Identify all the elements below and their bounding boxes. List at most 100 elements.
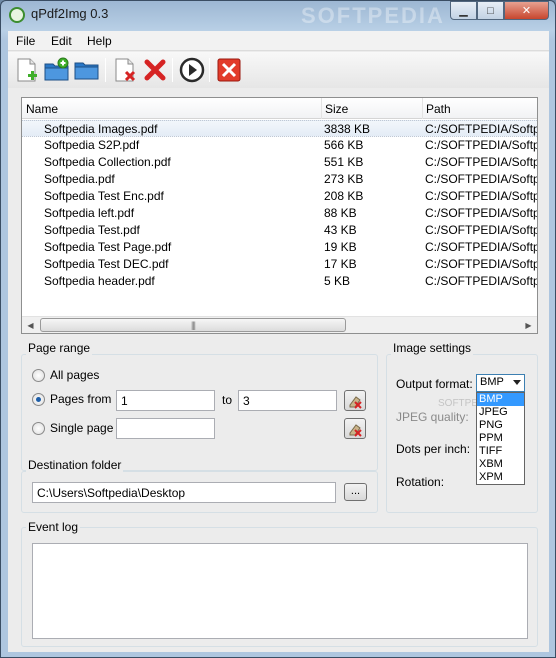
pages-from-label[interactable]: Pages from bbox=[50, 392, 111, 406]
stop-icon[interactable] bbox=[216, 57, 242, 83]
cell-path: C:/SOFTPEDIA/Softpe bbox=[425, 155, 538, 169]
toolbar-separator bbox=[209, 58, 210, 82]
start-conversion-icon[interactable] bbox=[179, 57, 205, 83]
pages-from-radio[interactable] bbox=[32, 393, 45, 406]
close-button[interactable]: ✕ bbox=[504, 1, 549, 20]
all-pages-label[interactable]: All pages bbox=[50, 368, 99, 382]
cell-size: 566 KB bbox=[324, 138, 364, 152]
menu-bar: File Edit Help bbox=[8, 31, 549, 51]
horizontal-scrollbar[interactable]: ◀ ||| ▶ bbox=[22, 316, 537, 333]
pages-from-input[interactable]: 1 bbox=[116, 390, 215, 411]
table-row[interactable]: Softpedia left.pdf 88 KB C:/SOFTPEDIA/Soft… bbox=[22, 205, 537, 222]
menu-help[interactable]: Help bbox=[87, 34, 112, 48]
eraser-icon bbox=[349, 395, 362, 409]
format-option[interactable]: BMP bbox=[477, 393, 524, 406]
cell-name: Softpedia Test.pdf bbox=[44, 223, 140, 237]
single-page-label[interactable]: Single page bbox=[50, 421, 113, 435]
column-path[interactable]: Path bbox=[426, 102, 451, 116]
format-option[interactable]: XPM bbox=[477, 471, 524, 484]
output-format-value: BMP bbox=[480, 376, 504, 388]
cell-path: C:/SOFTPEDIA/Softpe bbox=[425, 122, 538, 136]
cell-name: Softpedia Collection.pdf bbox=[44, 155, 171, 169]
all-pages-radio[interactable] bbox=[32, 369, 45, 382]
chevron-down-icon bbox=[513, 380, 521, 385]
cell-name: Softpedia.pdf bbox=[44, 172, 115, 186]
destination-path-input[interactable]: C:\Users\Softpedia\Desktop bbox=[32, 482, 336, 503]
eraser-icon bbox=[349, 423, 362, 437]
clear-single-button[interactable] bbox=[344, 418, 366, 439]
toolbar-separator bbox=[105, 58, 106, 82]
table-row[interactable]: Softpedia S2P.pdf 566 KB C:/SOFTPEDIA/Soft… bbox=[22, 137, 537, 154]
column-size[interactable]: Size bbox=[325, 102, 348, 116]
output-format-select[interactable]: BMP bbox=[476, 374, 525, 392]
table-row[interactable]: Softpedia Images.pdf 3838 KB C:/SOFTPEDIA/… bbox=[22, 120, 537, 137]
scroll-left-icon[interactable]: ◀ bbox=[22, 317, 39, 333]
cell-size: 17 KB bbox=[324, 257, 357, 271]
cell-size: 5 KB bbox=[324, 274, 351, 288]
dpi-label: Dots per inch: bbox=[396, 442, 471, 456]
scroll-right-icon[interactable]: ▶ bbox=[520, 317, 537, 333]
format-option[interactable]: JPEG bbox=[477, 406, 524, 419]
table-row[interactable]: Softpedia Test DEC.pdf 17 KB C:/SOFTPEDIA/… bbox=[22, 256, 537, 273]
maximize-button[interactable]: □ bbox=[477, 1, 504, 20]
format-option[interactable]: TIFF bbox=[477, 445, 524, 458]
remove-all-icon[interactable] bbox=[142, 57, 168, 83]
remove-file-icon[interactable] bbox=[112, 57, 138, 83]
cell-name: Softpedia Test DEC.pdf bbox=[44, 257, 169, 271]
table-row[interactable]: Softpedia Collection.pdf 551 KB C:/SOFTPED… bbox=[22, 154, 537, 171]
table-row[interactable]: Softpedia.pdf 273 KB C:/SOFTPEDIA/Softpe bbox=[22, 171, 537, 188]
cell-size: 43 KB bbox=[324, 223, 357, 237]
cell-size: 3838 KB bbox=[324, 122, 371, 136]
column-name[interactable]: Name bbox=[26, 102, 58, 116]
clear-range-button[interactable] bbox=[344, 390, 366, 411]
to-label: to bbox=[222, 393, 233, 407]
format-option[interactable]: PNG bbox=[477, 419, 524, 432]
add-folder-icon[interactable] bbox=[44, 57, 70, 83]
minimize-button[interactable]: ▁ bbox=[450, 1, 477, 20]
menu-file[interactable]: File bbox=[16, 34, 35, 48]
file-list-header: Name Size Path bbox=[22, 98, 537, 119]
event-log-title: Event log bbox=[26, 520, 81, 534]
cell-path: C:/SOFTPEDIA/Softpe bbox=[425, 274, 538, 288]
cell-path: C:/SOFTPEDIA/Softpe bbox=[425, 206, 538, 220]
window-title: qPdf2Img 0.3 bbox=[31, 6, 109, 21]
table-row[interactable]: Softpedia Test Enc.pdf 208 KB C:/SOFTPEDIA… bbox=[22, 188, 537, 205]
page-range-title: Page range bbox=[26, 341, 93, 355]
menu-edit[interactable]: Edit bbox=[51, 34, 72, 48]
toolbar-separator bbox=[172, 58, 173, 82]
output-format-dropdown[interactable]: BMP JPEG PNG PPM TIFF XBM XPM bbox=[476, 392, 525, 485]
cell-size: 551 KB bbox=[324, 155, 364, 169]
file-list[interactable]: Name Size Path Softpedia Images.pdf 3838 … bbox=[21, 97, 538, 334]
table-row[interactable]: Softpedia Test.pdf 43 KB C:/SOFTPEDIA/Soft… bbox=[22, 222, 537, 239]
rotation-label: Rotation: bbox=[396, 475, 445, 489]
image-settings-title: Image settings bbox=[391, 341, 474, 355]
scroll-thumb[interactable]: ||| bbox=[40, 318, 346, 332]
table-row[interactable]: Softpedia header.pdf 5 KB C:/SOFTPEDIA/Sof… bbox=[22, 273, 537, 290]
cell-name: Softpedia Images.pdf bbox=[44, 122, 158, 136]
app-icon[interactable] bbox=[9, 7, 25, 23]
cell-name: Softpedia left.pdf bbox=[44, 206, 135, 220]
title-watermark: SOFTPEDIA bbox=[301, 3, 445, 28]
cell-path: C:/SOFTPEDIA/Softpe bbox=[425, 240, 538, 254]
browse-button[interactable]: ... bbox=[344, 483, 367, 501]
single-page-radio[interactable] bbox=[32, 422, 45, 435]
title-bar[interactable]: qPdf2Img 0.3 SOFTPEDIA ▁ □ ✕ bbox=[1, 1, 555, 29]
single-page-input[interactable] bbox=[116, 418, 215, 439]
pages-to-input[interactable]: 3 bbox=[238, 390, 337, 411]
cell-path: C:/SOFTPEDIA/Softpe bbox=[425, 257, 538, 271]
cell-size: 19 KB bbox=[324, 240, 357, 254]
cell-size: 273 KB bbox=[324, 172, 364, 186]
event-log-output[interactable] bbox=[32, 543, 528, 639]
add-file-icon[interactable] bbox=[14, 57, 40, 83]
open-folder-icon[interactable] bbox=[74, 57, 100, 83]
destination-title: Destination folder bbox=[26, 458, 124, 472]
format-option[interactable]: PPM bbox=[477, 432, 524, 445]
cell-path: C:/SOFTPEDIA/Softpe bbox=[425, 172, 538, 186]
table-row[interactable]: Softpedia Test Page.pdf 19 KB C:/SOFTPEDIA… bbox=[22, 239, 537, 256]
cell-name: Softpedia Test Page.pdf bbox=[44, 240, 172, 254]
cell-size: 208 KB bbox=[324, 189, 364, 203]
app-window: qPdf2Img 0.3 SOFTPEDIA ▁ □ ✕ File Edit H… bbox=[0, 0, 556, 658]
format-option[interactable]: XBM bbox=[477, 458, 524, 471]
cell-path: C:/SOFTPEDIA/Softpe bbox=[425, 189, 538, 203]
cell-size: 88 KB bbox=[324, 206, 357, 220]
